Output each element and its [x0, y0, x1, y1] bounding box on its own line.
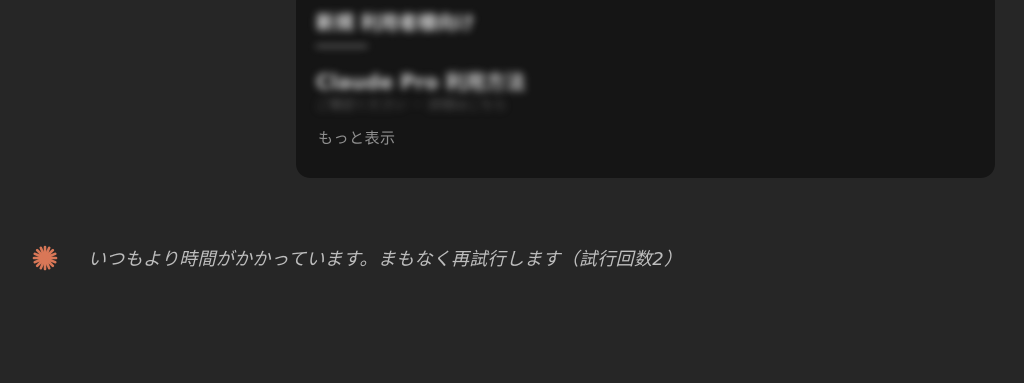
blurred-message-line: 新規 利用者様向け	[316, 12, 475, 34]
show-more-link[interactable]: もっと表示	[318, 127, 396, 148]
spark-icon	[32, 245, 58, 271]
retry-status: いつもより時間がかかっています。まもなく再試行します（試行回数2）	[32, 243, 682, 273]
blurred-message-line: ご確認ください ・ 詳細はこちら	[316, 98, 507, 113]
blurred-message-line: Claude Pro 利用方法	[316, 70, 526, 94]
chat-page: 新規 利用者様向け ───── Claude Pro 利用方法 ご確認ください …	[0, 0, 1024, 383]
retry-status-text: いつもより時間がかかっています。まもなく再試行します（試行回数2）	[88, 249, 683, 270]
blurred-message-line: ─────	[316, 37, 368, 57]
user-message-card: 新規 利用者様向け ───── Claude Pro 利用方法 ご確認ください …	[296, 0, 995, 178]
